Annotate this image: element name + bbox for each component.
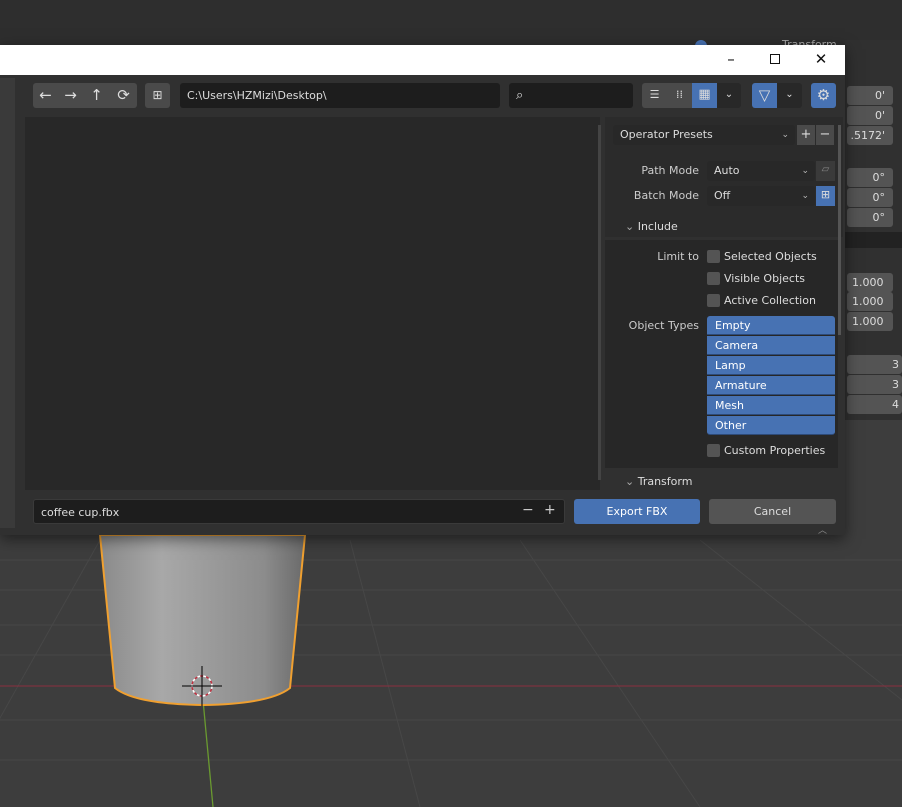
- horizontal-list-icon: ⁞⁞: [676, 88, 683, 101]
- parent-directory-button[interactable]: ↑: [83, 83, 110, 108]
- selected-objects-label: Selected Objects: [724, 250, 817, 263]
- embed-textures-toggle[interactable]: ▱: [816, 161, 835, 181]
- refresh-button[interactable]: ⟳: [110, 83, 137, 108]
- window-titlebar: – ✕: [0, 45, 845, 75]
- object-type-empty[interactable]: Empty: [707, 316, 835, 335]
- object-types-label: Object Types: [628, 319, 699, 332]
- export-fbx-dialog: – ✕ ← → ↑ ⟳ ⊞ C:\Users\HZMizi\Desktop\ ⌕…: [0, 45, 845, 536]
- left-sidebar-edge: [0, 78, 15, 528]
- operator-presets-label: Operator Presets: [620, 128, 713, 141]
- filter-icon: ▽: [758, 86, 771, 104]
- search-input[interactable]: ⌕: [509, 83, 633, 108]
- location-x-field[interactable]: 0': [847, 86, 893, 105]
- panel-scrollbar[interactable]: [838, 125, 841, 335]
- include-section-header[interactable]: ⌄ Include: [625, 220, 678, 233]
- path-mode-dropdown[interactable]: Auto ⌄: [707, 161, 815, 181]
- object-type-lamp[interactable]: Lamp: [707, 356, 835, 375]
- rotation-z-field[interactable]: 0°: [847, 208, 893, 227]
- resize-handle-icon[interactable]: ︿: [818, 523, 827, 536]
- path-mode-label: Path Mode: [641, 164, 699, 177]
- chevron-down-icon: ⌄: [801, 166, 809, 176]
- chevron-down-icon: ⌄: [625, 220, 635, 233]
- remove-preset-button[interactable]: −: [816, 125, 834, 145]
- chevron-down-icon: ⌄: [625, 475, 635, 488]
- location-y-field[interactable]: 0': [847, 106, 893, 125]
- scale-y-field[interactable]: 1.000: [847, 292, 893, 311]
- chevron-down-icon: ⌄: [801, 191, 809, 201]
- filter-toggle-button[interactable]: ▽: [752, 83, 777, 108]
- visible-objects-label: Visible Objects: [724, 272, 805, 285]
- filter-settings-dropdown[interactable]: ⌄: [777, 83, 802, 108]
- new-folder-icon: ⊞: [820, 188, 831, 201]
- minimize-icon: –: [727, 50, 735, 68]
- batch-mode-value: Off: [714, 189, 731, 202]
- selected-objects-checkbox[interactable]: [707, 250, 720, 263]
- file-browser-scrollbar[interactable]: [598, 125, 601, 480]
- chevron-down-icon: ⌄: [785, 89, 794, 100]
- minus-icon: −: [819, 127, 831, 142]
- display-settings-dropdown[interactable]: ⌄: [717, 83, 741, 108]
- parent-directory-icon: ↑: [90, 86, 103, 104]
- add-preset-button[interactable]: +: [797, 125, 815, 145]
- maximize-button[interactable]: [752, 45, 798, 75]
- close-button[interactable]: ✕: [798, 45, 844, 75]
- dimension-y-field[interactable]: 3: [847, 375, 902, 394]
- package-icon: ▱: [821, 164, 830, 175]
- custom-properties-label: Custom Properties: [724, 444, 826, 457]
- export-fbx-button[interactable]: Export FBX: [574, 499, 700, 524]
- decrement-filename-button[interactable]: −: [522, 502, 534, 518]
- active-collection-label: Active Collection: [724, 294, 816, 307]
- display-horizontal-list-button[interactable]: ⁞⁞: [667, 83, 692, 108]
- object-type-mesh[interactable]: Mesh: [707, 396, 835, 415]
- search-icon: ⌕: [516, 88, 524, 103]
- dimension-z-field[interactable]: 4: [847, 395, 902, 414]
- active-collection-checkbox[interactable]: [707, 294, 720, 307]
- batch-mode-label: Batch Mode: [633, 189, 699, 202]
- display-thumbnails-button[interactable]: ▦: [692, 83, 717, 108]
- object-type-other[interactable]: Other: [707, 416, 835, 435]
- filename-input[interactable]: coffee cup.fbx: [33, 499, 565, 524]
- chevron-down-icon: ⌄: [724, 89, 734, 100]
- increment-filename-button[interactable]: +: [544, 502, 556, 518]
- plus-icon: +: [800, 127, 812, 142]
- scale-x-field[interactable]: 1.000: [847, 273, 893, 292]
- visible-objects-checkbox[interactable]: [707, 272, 720, 285]
- object-type-armature[interactable]: Armature: [707, 376, 835, 395]
- forward-button[interactable]: →: [58, 83, 83, 108]
- custom-properties-checkbox[interactable]: [707, 444, 720, 457]
- maximize-icon: [770, 54, 780, 64]
- directory-path-input[interactable]: C:\Users\HZMizi\Desktop\: [180, 83, 500, 108]
- dimension-x-field[interactable]: 3: [847, 355, 902, 374]
- include-section-label: Include: [637, 220, 678, 233]
- operator-presets-dropdown[interactable]: Operator Presets ⌄: [613, 125, 795, 145]
- forward-arrow-icon: →: [64, 86, 77, 104]
- back-arrow-icon: ←: [39, 86, 52, 104]
- path-mode-value: Auto: [714, 164, 740, 177]
- location-z-field[interactable]: .5172': [847, 126, 893, 145]
- limit-to-label: Limit to: [657, 250, 699, 263]
- object-type-camera[interactable]: Camera: [707, 336, 835, 355]
- close-icon: ✕: [814, 50, 828, 68]
- back-button[interactable]: ←: [33, 83, 58, 108]
- transform-section-label: Transform: [637, 475, 693, 488]
- chevron-down-icon: ⌄: [781, 130, 789, 140]
- cancel-button[interactable]: Cancel: [709, 499, 836, 524]
- vertical-list-icon: ☰: [649, 88, 660, 101]
- minimize-button[interactable]: –: [708, 45, 754, 75]
- thumbnails-icon: ▦: [698, 87, 711, 102]
- batch-own-dir-toggle[interactable]: ⊞: [816, 186, 835, 206]
- display-vertical-list-button[interactable]: ☰: [642, 83, 667, 108]
- refresh-icon: ⟳: [117, 86, 130, 104]
- settings-toggle-button[interactable]: ⚙: [811, 83, 836, 108]
- file-browser-area[interactable]: [25, 117, 600, 490]
- new-folder-button[interactable]: ⊞: [145, 83, 170, 108]
- transform-section-header[interactable]: ⌄ Transform: [625, 475, 692, 488]
- batch-mode-dropdown[interactable]: Off ⌄: [707, 186, 815, 206]
- gear-icon: ⚙: [816, 86, 831, 104]
- scale-z-field[interactable]: 1.000: [847, 312, 893, 331]
- new-folder-icon: ⊞: [152, 88, 163, 102]
- rotation-y-field[interactable]: 0°: [847, 188, 893, 207]
- rotation-x-field[interactable]: 0°: [847, 168, 893, 187]
